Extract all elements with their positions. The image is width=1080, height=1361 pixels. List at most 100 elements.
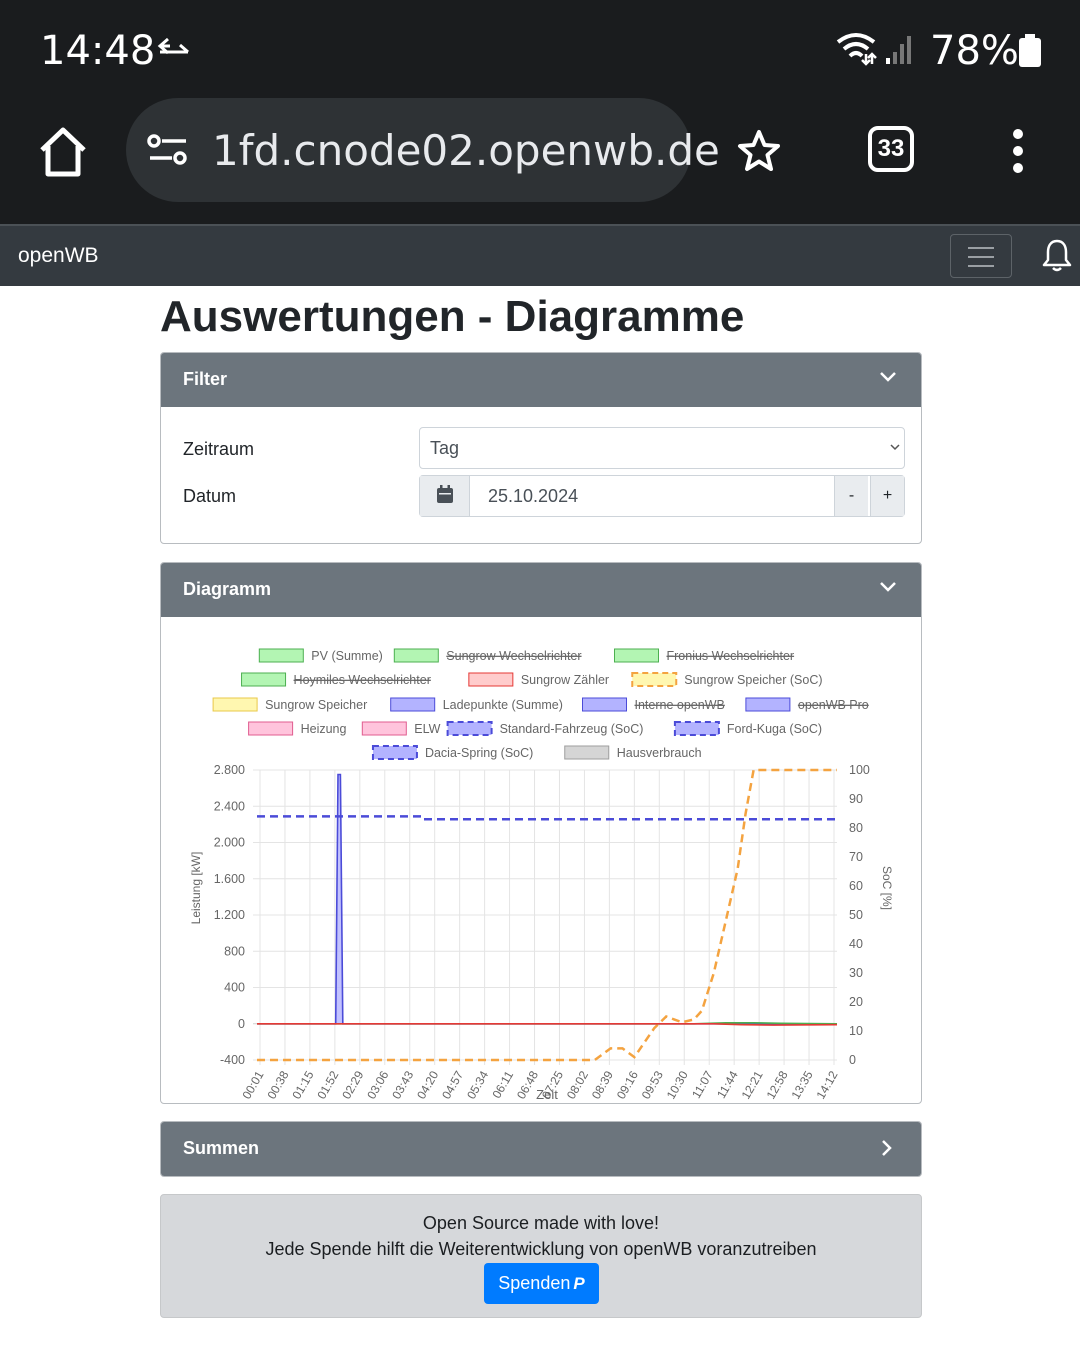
x-tick-label: 08:02 [564, 1068, 591, 1101]
datum-label: Datum [183, 486, 237, 506]
legend-swatch [614, 648, 659, 663]
legend-label: Standard-Fahrzeug (SoC) [500, 722, 644, 736]
diagram-header[interactable]: Diagramm [161, 563, 921, 617]
legend-label: Sungrow Wechselrichter [446, 649, 581, 663]
x-tick-label: 09:16 [614, 1068, 641, 1101]
y-tick-label: 2.400 [214, 799, 245, 813]
address-bar[interactable]: 1fd.cnode02.openwb.de [126, 98, 720, 202]
legend-swatch [371, 745, 418, 760]
y2-tick-label: 100 [849, 763, 870, 777]
y2-tick-label: 10 [849, 1024, 863, 1038]
legend-label: PV (Summe) [311, 649, 383, 663]
y2-tick-label: 60 [849, 879, 863, 893]
battery-percent: 78% [930, 28, 1019, 74]
y-tick-label: 2.800 [214, 763, 245, 777]
legend-label: Hoymiles Wechselrichter [294, 673, 431, 687]
tab-switcher-button[interactable]: 33 [868, 126, 914, 172]
x-tick-label: 10:30 [664, 1068, 691, 1101]
browser-toolbar: 1fd.cnode02.openwb.de 33 [0, 98, 1080, 224]
bookmark-star-icon[interactable] [736, 128, 782, 174]
x-tick-label: 14:12 [813, 1068, 840, 1101]
series-line [257, 815, 837, 821]
legend-swatch [248, 721, 294, 736]
zeitraum-value: Tag [430, 438, 460, 458]
home-icon[interactable] [36, 126, 90, 178]
legend-swatch [446, 721, 493, 736]
donate-button[interactable]: Spenden P [484, 1263, 599, 1304]
legend-label: Dacia-Spring (SoC) [425, 746, 533, 760]
calendar-button[interactable] [420, 476, 470, 516]
legend-swatch [390, 697, 436, 712]
y2-tick-label: 0 [849, 1053, 856, 1067]
legend-swatch [564, 745, 610, 760]
x-tick-label: 03:43 [389, 1068, 416, 1101]
paypal-icon: P [573, 1274, 585, 1293]
y-tick-label: 1.200 [214, 908, 245, 922]
data-transfer-icon [157, 37, 189, 55]
legend-swatch [241, 672, 287, 687]
y-tick-label: 1.600 [214, 872, 245, 886]
navbar-toggle-button[interactable] [950, 234, 1012, 278]
app-navbar: openWB [0, 224, 1080, 286]
datum-input-group: 25.10.2024 - + [419, 475, 905, 517]
energy-chart: PV (Summe) Sungrow Wechselrichter Fronius … [189, 648, 894, 1102]
legend-swatch [745, 697, 791, 712]
x-axis-title: Zeit [536, 1087, 558, 1102]
footer-line-1: Open Source made with love! [422, 1213, 660, 1233]
x-tick-label: 01:15 [289, 1068, 316, 1101]
summen-card: Summen [160, 1121, 922, 1177]
y-tick-label: -400 [220, 1053, 245, 1067]
chevron-down-icon [880, 372, 896, 382]
x-tick-label: 04:57 [439, 1068, 466, 1101]
date-minus-button[interactable]: - [834, 476, 868, 516]
bell-icon[interactable] [1042, 238, 1072, 272]
filter-header[interactable]: Filter [161, 353, 921, 407]
legend-swatch [393, 648, 439, 663]
summen-title: Summen [183, 1138, 260, 1158]
date-plus-button[interactable]: + [870, 476, 904, 516]
url-text[interactable]: 1fd.cnode02.openwb.de [212, 126, 720, 175]
x-tick-label: 11:07 [689, 1068, 716, 1101]
x-tick-label: 12:21 [739, 1068, 766, 1101]
series-area-ladepunkte [257, 774, 837, 1024]
chevron-down-icon [890, 444, 900, 451]
x-tick-label: 02:29 [339, 1068, 366, 1101]
summen-header[interactable]: Summen [161, 1122, 921, 1176]
legend-label: Interne openWB [635, 698, 725, 712]
legend-swatch [631, 672, 678, 687]
legend-swatch [361, 721, 407, 736]
zeitraum-label: Zeitraum [183, 439, 255, 459]
zeitraum-select[interactable]: Tag [419, 427, 905, 469]
y2-tick-label: 20 [849, 995, 863, 1009]
wifi-signal-icon [836, 33, 911, 66]
donation-footer: Open Source made with love! Jede Spende … [160, 1194, 922, 1318]
datum-input[interactable]: 25.10.2024 [488, 486, 578, 507]
y-tick-label: 2.000 [214, 836, 245, 850]
calendar-icon [437, 485, 453, 503]
donate-label: Spenden [498, 1273, 571, 1293]
legend-label: Hausverbrauch [617, 746, 702, 760]
y2-axis-title: SoC [%] [880, 866, 894, 910]
y-tick-label: 800 [224, 944, 245, 958]
legend-label: Fronius Wechselrichter [667, 649, 795, 663]
y2-tick-label: 90 [849, 792, 863, 806]
legend-label: Heizung [301, 722, 347, 736]
site-settings-icon[interactable] [146, 132, 190, 168]
battery-icon [1019, 34, 1041, 67]
legend-swatch [212, 697, 258, 712]
chevron-right-icon [882, 1140, 892, 1156]
footer-line-2: Jede Spende hilft die Weiterentwicklung … [265, 1239, 817, 1259]
page-title: Auswertungen - Diagramme [160, 292, 745, 341]
legend-swatch [468, 672, 514, 687]
legend-label: Sungrow Speicher [265, 698, 367, 712]
x-tick-label: 03:06 [364, 1068, 391, 1101]
legend-label: Ford-Kuga (SoC) [727, 722, 822, 736]
legend-label: openWB Pro [798, 698, 869, 712]
x-tick-label: 06:11 [489, 1068, 516, 1101]
x-tick-label: 01:52 [314, 1068, 341, 1101]
brand-link[interactable]: openWB [18, 244, 99, 268]
more-menu-icon[interactable] [1008, 128, 1028, 174]
filter-card: Filter Zeitraum Tag Datum 25.10.2024 - + [160, 352, 922, 544]
status-bar: 14:48 78% [0, 0, 1080, 98]
y2-tick-label: 30 [849, 966, 863, 980]
